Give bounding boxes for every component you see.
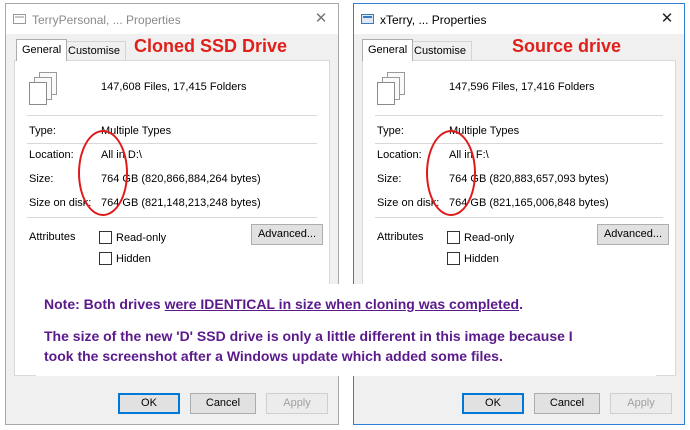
location-value: All in D:\ [101,149,142,161]
drive-properties-icon [361,14,374,24]
tab-general[interactable]: General [16,39,68,61]
divider [375,217,663,218]
size-label: Size: [377,173,402,185]
explanation-line-1: The size of the new 'D' SSD drive is onl… [44,328,573,344]
size-on-disk-value: 764 GB (821,148,213,248 bytes) [101,197,261,209]
note-text: Note: Both drives were IDENTICAL in size… [44,296,523,312]
note-box: Note: Both drives were IDENTICAL in size… [36,284,656,376]
checkbox-box[interactable] [447,231,460,244]
checkbox-box[interactable] [99,231,112,244]
attributes-label: Attributes [29,231,76,243]
hidden-label: Hidden [464,253,499,265]
files-summary: 147,608 Files, 17,415 Folders [101,81,247,93]
close-icon[interactable]: ✕ [656,8,678,30]
attributes-label: Attributes [377,231,424,243]
files-summary: 147,596 Files, 17,416 Folders [449,81,595,93]
multiple-files-icon [377,72,405,105]
explanation-line-2: took the screenshot after a Windows upda… [44,348,503,364]
hidden-checkbox[interactable]: Hidden [99,252,151,265]
title-bar[interactable]: xTerry, ... Properties ✕ [354,4,684,34]
cancel-button[interactable]: Cancel [190,393,256,414]
size-label: Size: [29,173,54,185]
size-on-disk-value: 764 GB (821,165,006,848 bytes) [449,197,609,209]
size-on-disk-label: Size on disk: [29,197,92,209]
apply-button[interactable]: Apply [266,393,328,414]
location-label: Location: [29,149,74,161]
note-prefix: Note: Both drives [44,296,165,312]
title-bar[interactable]: TerryPersonal, ... Properties ✕ [6,4,338,34]
checkbox-box[interactable] [447,252,460,265]
size-value: 764 GB (820,866,884,264 bytes) [101,173,261,185]
window-title: xTerry, ... Properties [380,13,487,27]
apply-button[interactable]: Apply [610,393,672,414]
tab-general[interactable]: General [362,39,414,61]
source-drive-heading: Source drive [512,36,622,56]
window-title: TerryPersonal, ... Properties [32,13,181,27]
read-only-label: Read-only [116,232,167,244]
type-value: Multiple Types [101,125,172,137]
type-label: Type: [377,125,404,137]
ok-button[interactable]: OK [118,393,180,414]
tab-customise[interactable]: Customise [408,41,472,60]
read-only-checkbox[interactable]: Read-only [99,231,166,244]
tab-customise[interactable]: Customise [62,41,126,60]
checkbox-box[interactable] [99,252,112,265]
close-icon[interactable]: ✕ [310,8,332,30]
location-label: Location: [377,149,422,161]
hidden-checkbox[interactable]: Hidden [447,252,499,265]
size-value: 764 GB (820,883,657,093 bytes) [449,173,609,185]
divider [27,217,317,218]
cloned-drive-heading: Cloned SSD Drive [134,36,288,56]
divider [27,143,317,144]
divider [27,115,317,116]
note-suffix: . [519,296,523,312]
cancel-button[interactable]: Cancel [534,393,600,414]
divider [375,143,663,144]
advanced-button[interactable]: Advanced... [251,224,323,245]
type-value: Multiple Types [449,125,520,137]
hidden-label: Hidden [116,253,151,265]
multiple-files-icon [29,72,57,105]
ok-button[interactable]: OK [462,393,524,414]
drive-properties-icon [13,14,26,24]
divider [375,115,663,116]
type-label: Type: [29,125,56,137]
location-value: All in F:\ [449,149,489,161]
advanced-button[interactable]: Advanced... [597,224,669,245]
read-only-checkbox[interactable]: Read-only [447,231,514,244]
note-underlined: were IDENTICAL in size when cloning was … [164,296,520,312]
size-on-disk-label: Size on disk: [377,197,440,209]
read-only-label: Read-only [464,232,515,244]
